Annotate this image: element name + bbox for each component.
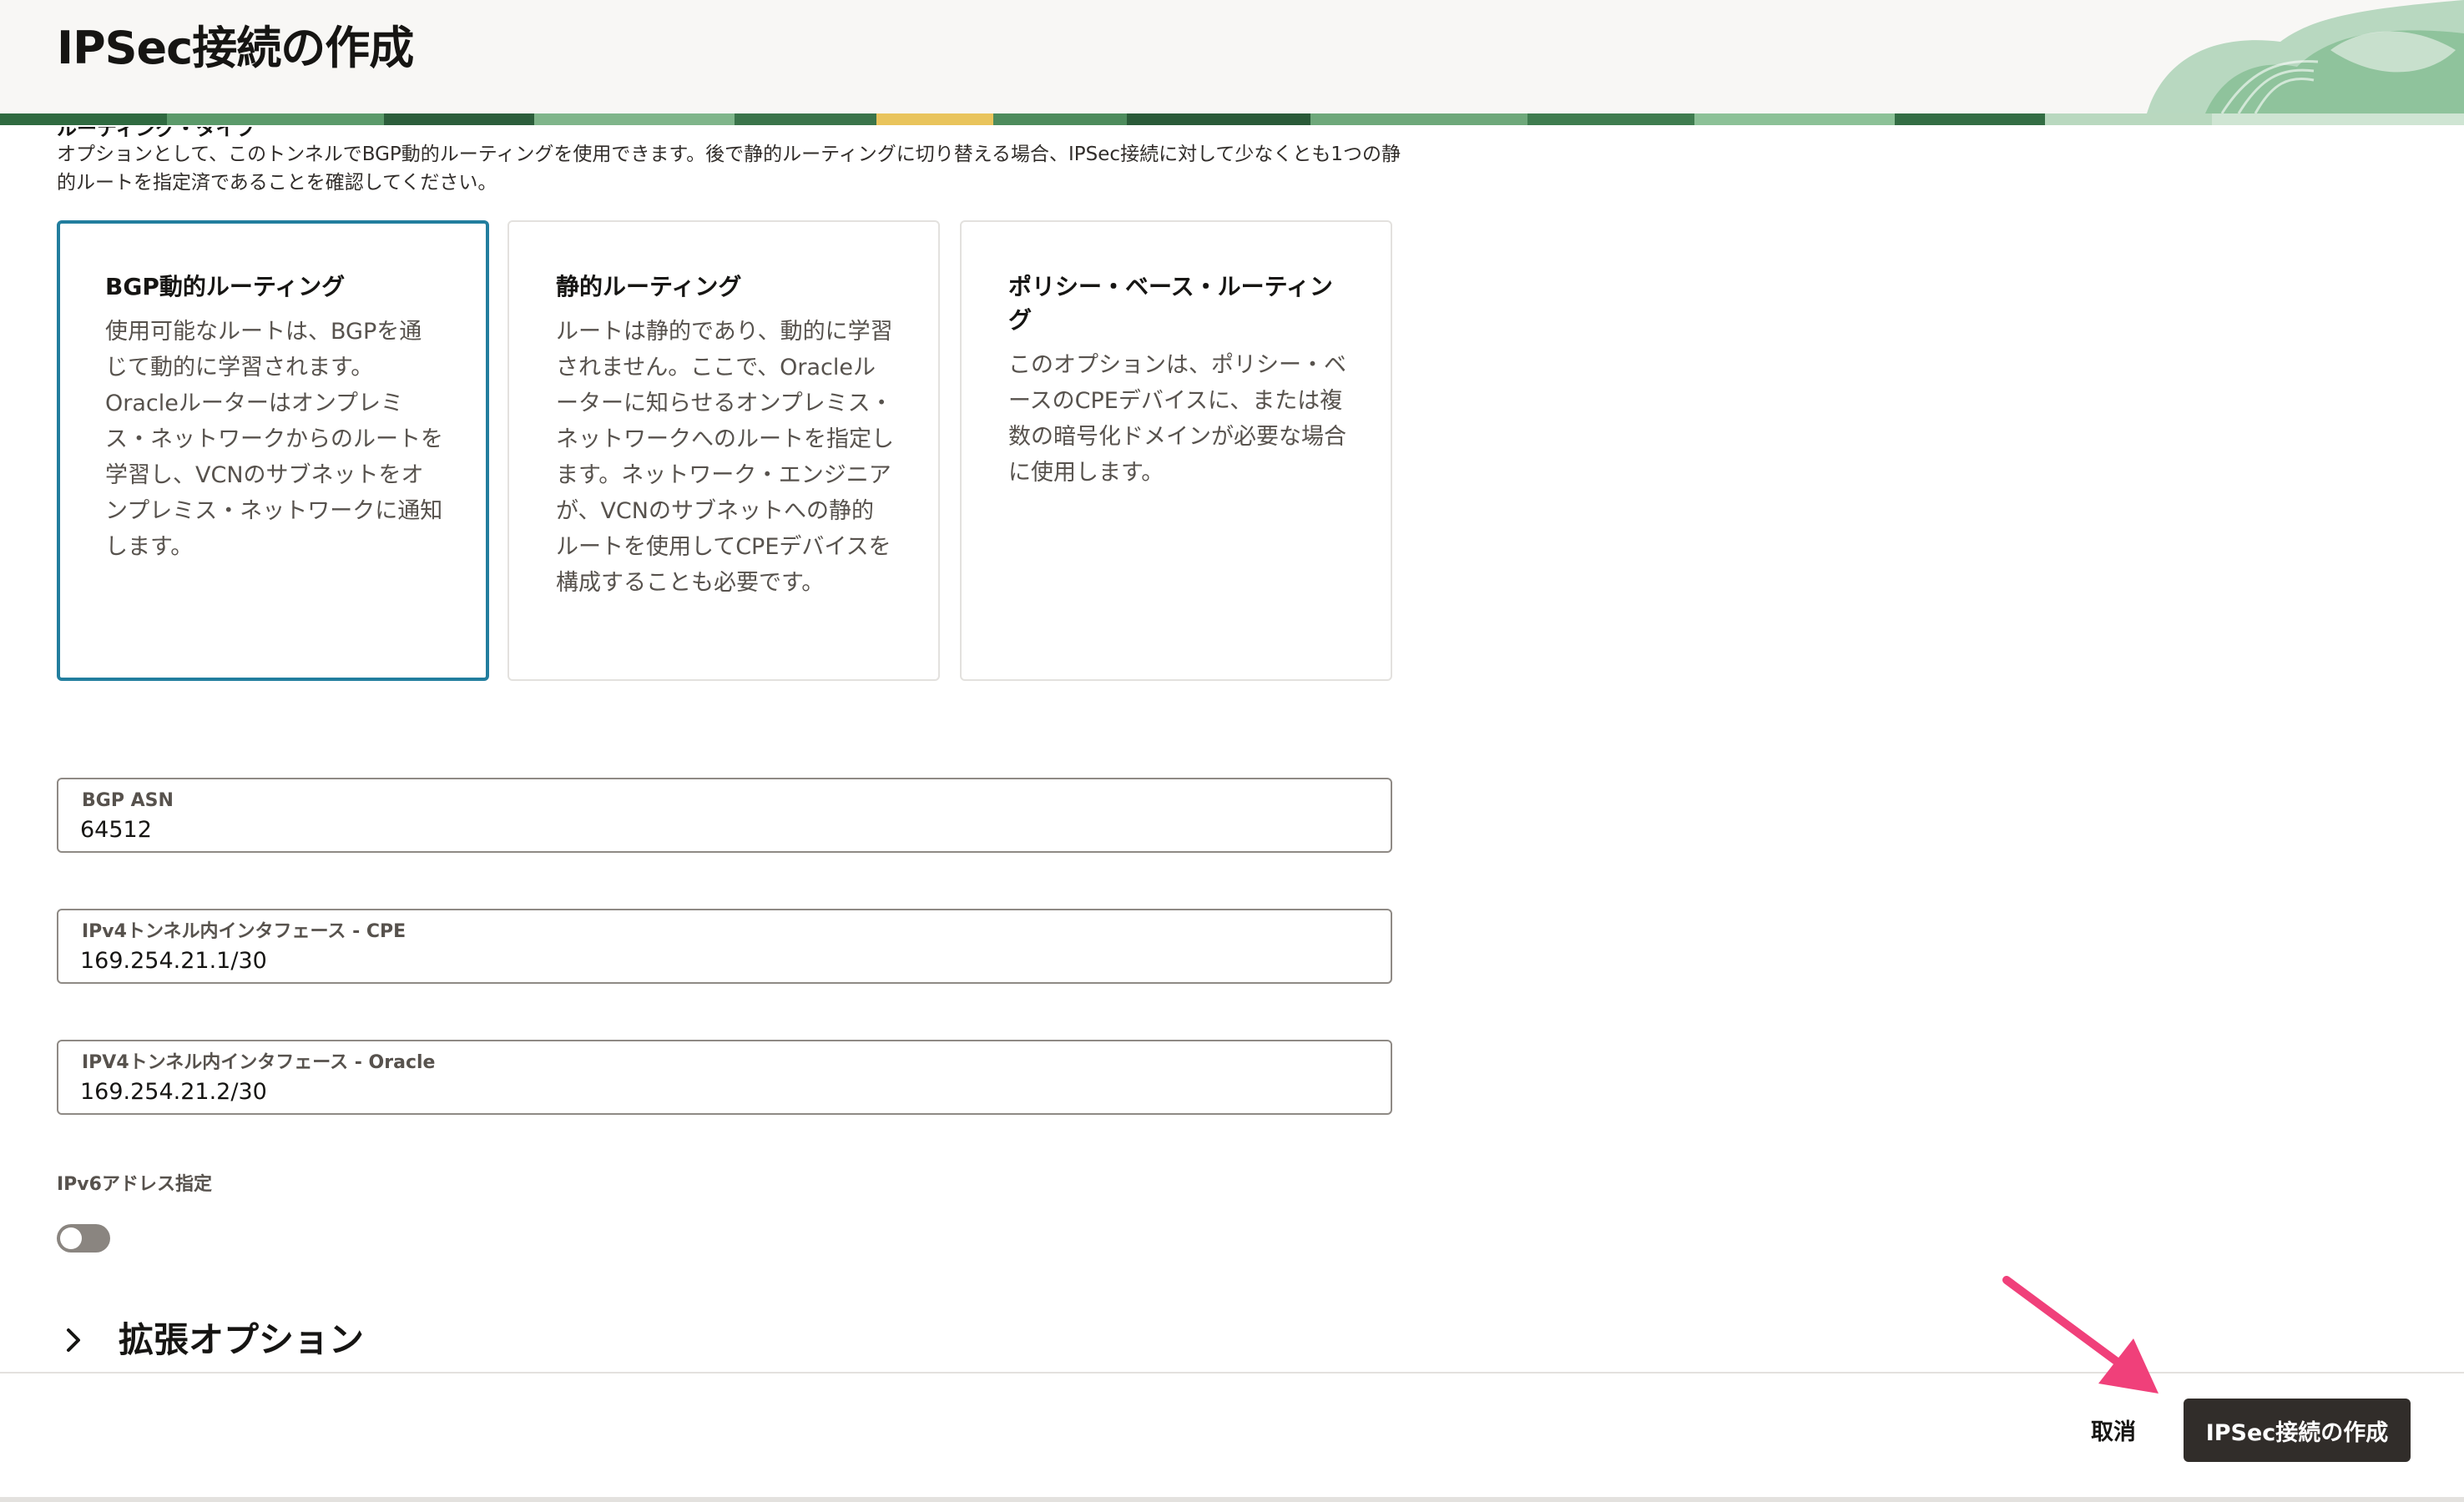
routing-option-title: BGP動的ルーティング (105, 273, 346, 300)
pointer-arrow-icon (2002, 1276, 2159, 1394)
routing-option-title: ポリシー・ベース・ルーティング (1008, 273, 1333, 334)
routing-option-description: このオプションは、ポリシー・ベースのCPEデバイスに、または複数の暗号化ドメイン… (1008, 352, 1346, 486)
routing-option-title: 静的ルーティング (556, 273, 742, 300)
ipv6-addressing-label: IPv6アドレス指定 (57, 1174, 212, 1195)
create-ipsec-connection-button[interactable]: IPSec接続の作成 (2184, 1399, 2411, 1462)
ipv4-cpe-field[interactable]: IPv4トンネル内インタフェース - CPE (57, 909, 1392, 984)
header-decoration (2147, 0, 2464, 113)
page-title: IPSec接続の作成 (57, 22, 414, 74)
ipv4-oracle-input[interactable] (80, 1076, 1332, 1106)
toggle-knob (60, 1227, 82, 1249)
ipv4-oracle-field[interactable]: IPV4トンネル内インタフェース - Oracle (57, 1040, 1392, 1115)
bgp-asn-label: BGP ASN (82, 790, 174, 811)
bgp-asn-input[interactable] (80, 814, 1332, 844)
bgp-asn-field[interactable]: BGP ASN (57, 778, 1392, 853)
ipv4-oracle-label: IPV4トンネル内インタフェース - Oracle (82, 1052, 436, 1073)
ipv6-addressing-toggle[interactable] (57, 1224, 110, 1253)
ipv4-cpe-label: IPv4トンネル内インタフェース - CPE (82, 921, 406, 942)
page-header: IPSec接続の作成 (0, 0, 2464, 113)
chevron-right-icon (67, 1328, 80, 1352)
routing-option-static[interactable]: 静的ルーティング ルートは静的であり、動的に学習されません。ここで、Oracle… (507, 220, 940, 681)
advanced-options-label: 拡張オプション (119, 1319, 365, 1360)
routing-option-bgp[interactable]: BGP動的ルーティング 使用可能なルートは、BGPを通じて動的に学習されます。O… (57, 220, 489, 681)
routing-option-policy-based[interactable]: ポリシー・ベース・ルーティング このオプションは、ポリシー・ベースのCPEデバイ… (960, 220, 1392, 681)
routing-option-description: 使用可能なルートは、BGPを通じて動的に学習されます。Oracleルーターはオン… (105, 319, 443, 560)
ipv4-cpe-input[interactable] (80, 945, 1332, 975)
header-banner-band (0, 113, 2464, 127)
routing-option-description: ルートは静的であり、動的に学習されません。ここで、Oracleルーターに知らせる… (556, 319, 894, 596)
routing-type-description: オプションとして、このトンネルでBGP動的ルーティングを使用できます。後で静的ル… (57, 144, 1401, 194)
advanced-options-toggle[interactable]: 拡張オプション (57, 1315, 364, 1365)
footer-divider (0, 1497, 2464, 1502)
